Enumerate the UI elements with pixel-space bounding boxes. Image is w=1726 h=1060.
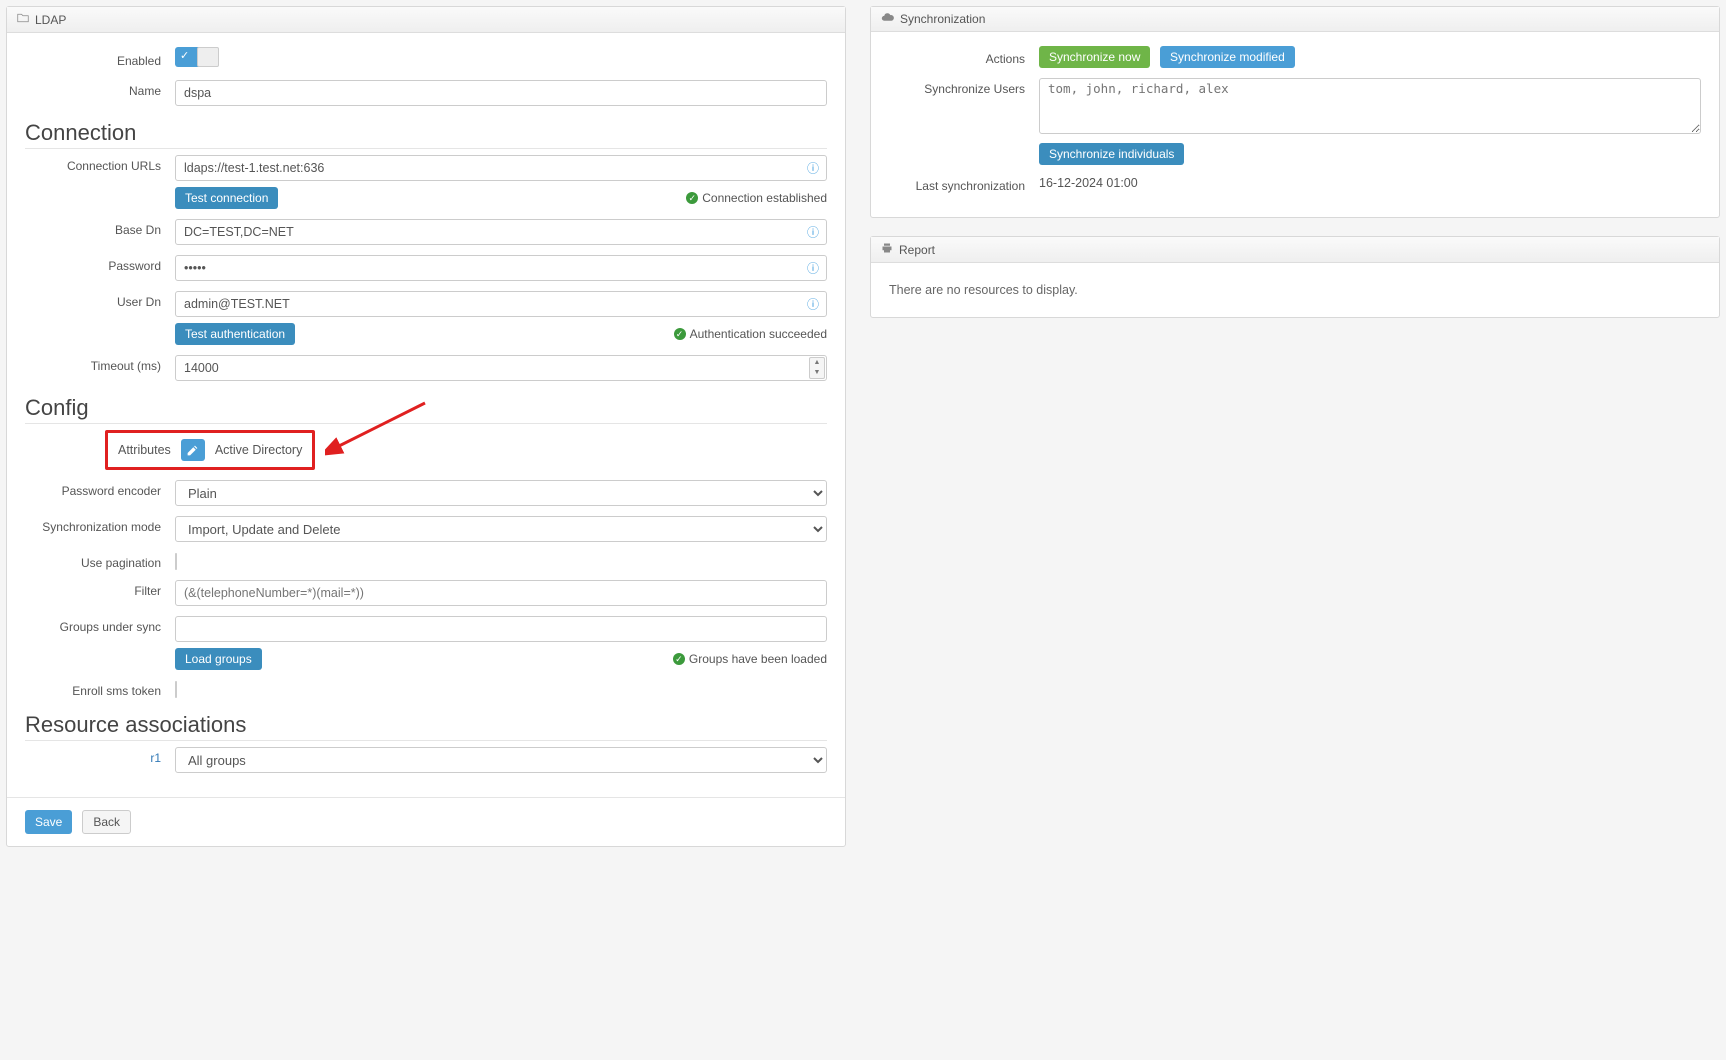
connection-url-input[interactable] [175,155,827,181]
load-groups-button[interactable]: Load groups [175,648,262,670]
connection-section-title: Connection [25,120,827,149]
sync-mode-label: Synchronization mode [25,516,175,534]
filter-input[interactable] [175,580,827,606]
ldap-panel-title: LDAP [35,13,66,27]
folder-icon [17,12,29,27]
base-dn-label: Base Dn [25,219,175,237]
connection-status: ✓ Connection established [686,191,827,205]
test-connection-button[interactable]: Test connection [175,187,278,209]
print-icon [881,242,893,257]
attributes-label: Attributes [118,443,171,457]
enroll-sms-label: Enroll sms token [25,680,175,698]
ldap-panel: LDAP Enabled ✓ Name [6,6,846,847]
groups-sync-label: Groups under sync [25,616,175,634]
resource-link-r1[interactable]: r1 [150,751,161,765]
save-button[interactable]: Save [25,810,72,834]
spinner-control[interactable]: ▲▼ [809,357,825,379]
synchronization-panel: Synchronization Actions Synchronize now … [870,6,1720,218]
sync-mode-select[interactable]: Import, Update and Delete [175,516,827,542]
report-panel-header: Report [871,237,1719,263]
resource-assoc-title: Resource associations [25,712,827,741]
report-panel-title: Report [899,243,935,257]
info-icon[interactable]: ⓘ [807,260,819,277]
user-dn-input[interactable] [175,291,827,317]
timeout-input[interactable] [175,355,827,381]
check-icon: ✓ [674,328,686,340]
password-label: Password [25,255,175,273]
synchronize-modified-button[interactable]: Synchronize modified [1160,46,1295,68]
connection-urls-label: Connection URLs [25,155,175,173]
ldap-panel-header: LDAP [7,7,845,33]
config-section-title: Config [25,395,827,424]
password-encoder-select[interactable]: Plain [175,480,827,506]
edit-icon [186,444,199,457]
info-icon[interactable]: ⓘ [807,296,819,313]
back-button[interactable]: Back [82,810,131,834]
enroll-sms-toggle[interactable] [175,681,177,698]
sync-users-textarea[interactable] [1039,78,1701,134]
use-pagination-toggle[interactable] [175,553,177,570]
report-empty-text: There are no resources to display. [889,277,1701,303]
sync-users-label: Synchronize Users [889,78,1039,96]
synchronize-individuals-button[interactable]: Synchronize individuals [1039,143,1184,165]
actions-label: Actions [889,48,1039,66]
user-dn-label: User Dn [25,291,175,309]
base-dn-input[interactable] [175,219,827,245]
info-icon[interactable]: ⓘ [807,160,819,177]
attributes-highlight: Attributes Active Directory [105,430,315,470]
enabled-label: Enabled [25,50,175,68]
name-input[interactable] [175,80,827,106]
name-label: Name [25,80,175,98]
password-encoder-label: Password encoder [25,480,175,498]
cloud-icon [881,12,894,26]
last-sync-label: Last synchronization [889,175,1039,193]
auth-status: ✓ Authentication succeeded [674,327,827,341]
edit-attributes-button[interactable] [181,439,205,461]
use-pagination-label: Use pagination [25,552,175,570]
synchronize-now-button[interactable]: Synchronize now [1039,46,1150,68]
last-sync-value: 16-12-2024 01:00 [1039,176,1138,190]
filter-label: Filter [25,580,175,598]
sync-panel-title: Synchronization [900,12,985,26]
active-directory-label: Active Directory [215,443,303,457]
check-icon: ✓ [686,192,698,204]
check-icon: ✓ [673,653,685,665]
resource-select[interactable]: All groups [175,747,827,773]
password-input[interactable] [175,255,827,281]
groups-status: ✓ Groups have been loaded [673,652,827,666]
report-panel: Report There are no resources to display… [870,236,1720,318]
check-icon: ✓ [180,49,189,62]
enabled-toggle[interactable]: ✓ [175,47,219,67]
sync-panel-header: Synchronization [871,7,1719,32]
groups-sync-input[interactable] [175,616,827,642]
test-authentication-button[interactable]: Test authentication [175,323,295,345]
timeout-label: Timeout (ms) [25,355,175,373]
info-icon[interactable]: ⓘ [807,224,819,241]
